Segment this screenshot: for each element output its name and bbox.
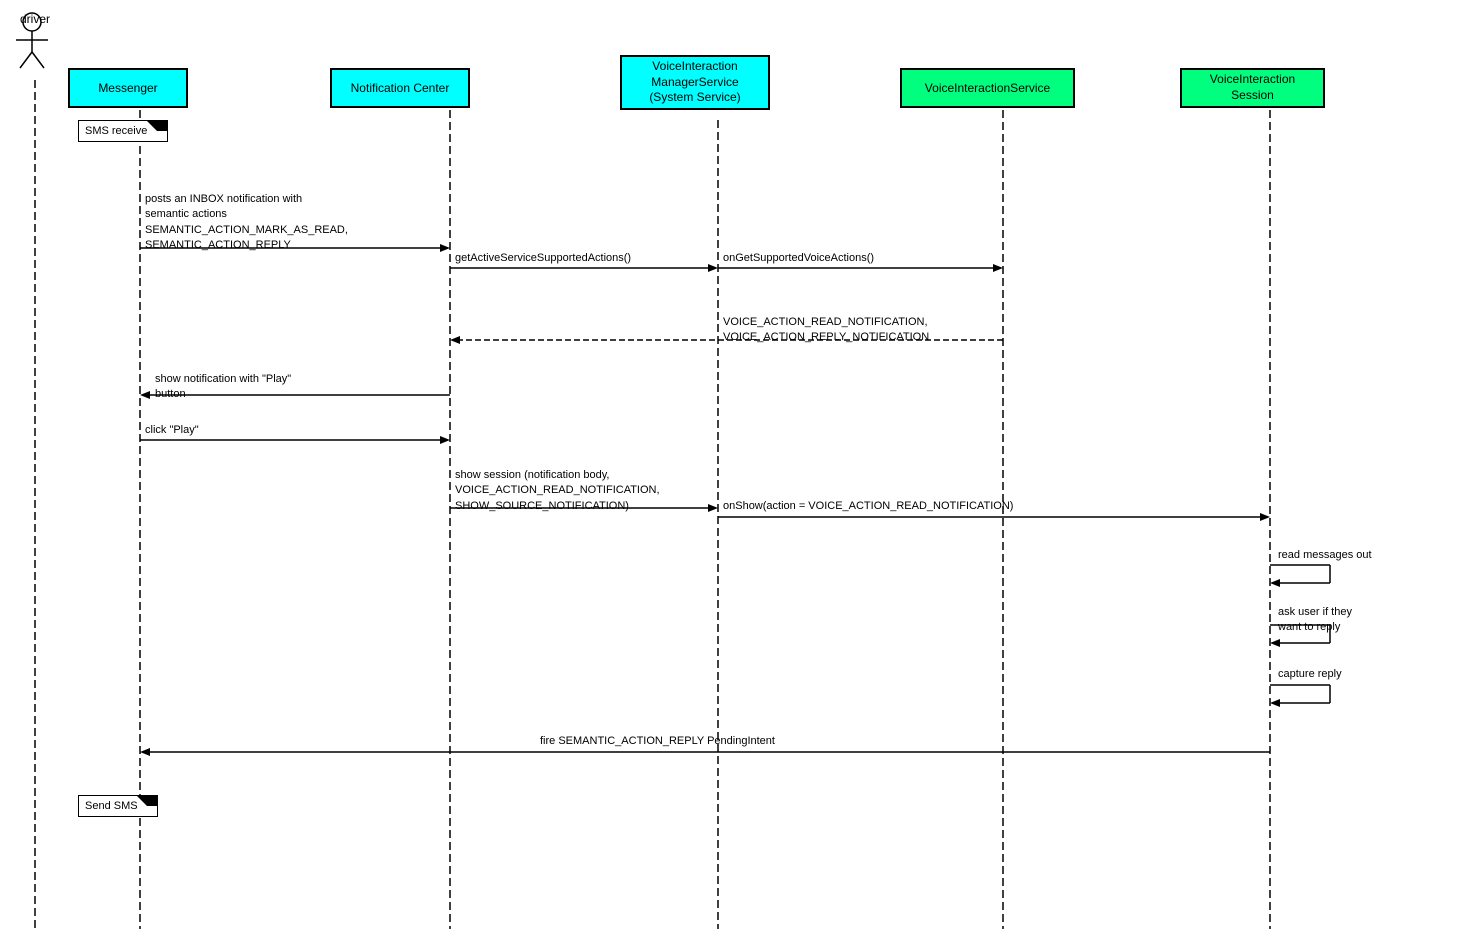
actor-voiceservice: VoiceInteractionService (900, 68, 1075, 108)
voicemanager-label: VoiceInteraction ManagerService (System … (649, 59, 740, 106)
voiceservice-label: VoiceInteractionService (925, 81, 1050, 95)
msg-voice-actions-return: VOICE_ACTION_READ_NOTIFICATION,VOICE_ACT… (723, 315, 929, 346)
note-send-sms: Send SMS (78, 795, 158, 817)
msg-show-notification: show notification with "Play"button (155, 372, 291, 403)
sequence-diagram: driver Messenger Notification Center Voi… (0, 0, 1457, 929)
msg-show-session: show session (notification body,VOICE_AC… (455, 468, 660, 514)
msg-ask-user: ask user if theywant to reply (1278, 605, 1352, 636)
note-send-text: Send SMS (85, 800, 138, 812)
msg-fire-intent: fire SEMANTIC_ACTION_REPLY PendingIntent (540, 735, 775, 747)
messenger-label: Messenger (98, 81, 157, 95)
actor-voicesession: VoiceInteraction Session (1180, 68, 1325, 108)
actor-messenger: Messenger (68, 68, 188, 108)
notification-label: Notification Center (351, 81, 450, 95)
note-sms-text: SMS received (85, 125, 153, 137)
voicesession-label: VoiceInteraction Session (1210, 72, 1295, 103)
msg-capture-reply: capture reply (1278, 668, 1342, 680)
msg-click-play: click "Play" (145, 424, 199, 436)
msg-posts-inbox: posts an INBOX notification withsemantic… (145, 192, 348, 254)
note-sms-received: SMS received (78, 120, 168, 142)
msg-read-messages: read messages out (1278, 548, 1372, 563)
msg-get-active: getActiveServiceSupportedActions() (455, 252, 631, 264)
msg-on-get-supported: onGetSupportedVoiceActions() (723, 252, 874, 264)
actor-driver: driver (12, 10, 58, 26)
actor-voicemanager: VoiceInteraction ManagerService (System … (620, 55, 770, 110)
actor-notification: Notification Center (330, 68, 470, 108)
msg-onshow: onShow(action = VOICE_ACTION_READ_NOTIFI… (723, 500, 1013, 512)
